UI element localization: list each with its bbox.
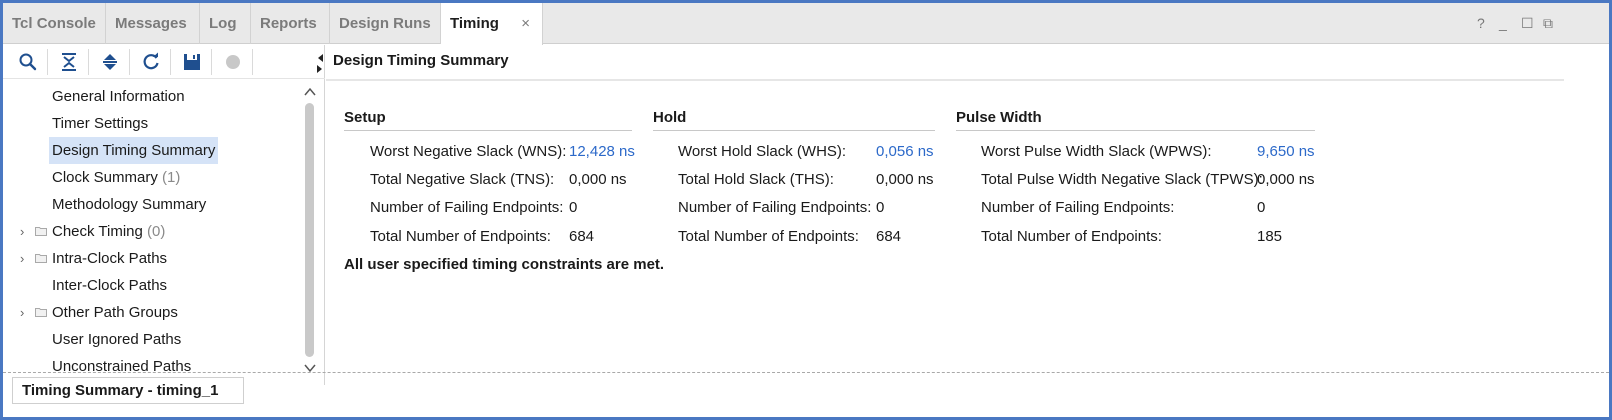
- toolbar-separator: [88, 49, 89, 75]
- restore-icon[interactable]: ⧉: [1543, 3, 1553, 44]
- toolbar-separator: [129, 49, 130, 75]
- row-key: Number of Failing Endpoints:: [678, 199, 872, 216]
- tab-messages[interactable]: Messages: [106, 3, 200, 44]
- stop-icon[interactable]: [222, 51, 244, 73]
- row-value: 0: [876, 199, 885, 216]
- toolbar-separator: [211, 49, 212, 75]
- tree-item-label: General Information: [52, 88, 185, 105]
- tab-design-runs[interactable]: Design Runs: [330, 3, 441, 44]
- tree-item-check-timing[interactable]: › Check Timing (0): [3, 218, 303, 245]
- refresh-icon[interactable]: [140, 51, 162, 73]
- row-value: 0: [1257, 199, 1266, 216]
- row-value: 185: [1257, 228, 1283, 245]
- row-key: Total Hold Slack (THS):: [678, 171, 834, 188]
- hold-section: Hold Worst Hold Slack (WHS): 0,056 ns To…: [653, 107, 938, 245]
- constraints-met-message: All user specified timing constraints ar…: [344, 256, 665, 273]
- row-key: Worst Hold Slack (WHS):: [678, 143, 847, 160]
- tab-label: Log: [209, 15, 237, 32]
- tree-item-label: Other Path Groups: [52, 304, 178, 321]
- tab-timing[interactable]: Timing ×: [441, 3, 543, 45]
- folder-icon: [35, 308, 47, 317]
- row-key: Total Negative Slack (TNS):: [370, 171, 555, 188]
- chevron-right-icon[interactable]: ›: [20, 299, 30, 326]
- setup-heading: Setup: [344, 109, 386, 126]
- tab-tcl-console[interactable]: Tcl Console: [3, 3, 106, 44]
- tree-item-intra-clock-paths[interactable]: › Intra-Clock Paths: [3, 245, 303, 272]
- row-key: Total Number of Endpoints:: [981, 228, 1162, 245]
- tab-label: Tcl Console: [12, 15, 96, 32]
- whs-value-link[interactable]: 0,056 ns: [876, 141, 934, 163]
- tree-item-label: Check Timing (0): [52, 223, 166, 240]
- report-content: Design Timing Summary Setup Worst Negati…: [326, 45, 1609, 371]
- tab-timing-summary[interactable]: Timing Summary - timing_1: [12, 377, 244, 404]
- chevron-up-icon[interactable]: [304, 87, 316, 97]
- timing-window: Tcl Console Messages Log Reports Design …: [0, 0, 1612, 420]
- tab-label: Design Runs: [339, 15, 431, 32]
- row-value: 0,000 ns: [1257, 171, 1315, 188]
- tab-log[interactable]: Log: [200, 3, 251, 44]
- tab-label: Timing: [450, 15, 499, 32]
- pulse-width-heading: Pulse Width: [956, 109, 1042, 126]
- row-value: 0: [569, 199, 578, 216]
- tree-item-label: Intra-Clock Paths: [52, 250, 168, 267]
- tree-item-count: (1): [162, 169, 181, 186]
- toolbar-separator: [252, 49, 253, 75]
- row-value: 684: [569, 228, 595, 245]
- row-value: 684: [876, 228, 902, 245]
- report-tree: General Information Timer Settings Desig…: [3, 83, 303, 375]
- row-key: Number of Failing Endpoints:: [981, 199, 1175, 216]
- divider: [326, 79, 1564, 81]
- tree-item-count: (0): [147, 223, 166, 240]
- toolbar: [3, 45, 325, 79]
- row-value: 0,000 ns: [569, 171, 627, 188]
- row-key: Total Pulse Width Negative Slack (TPWS):: [981, 171, 1263, 188]
- tree-scrollbar[interactable]: [302, 85, 318, 377]
- toolbar-separator: [47, 49, 48, 75]
- tab-label: Reports: [260, 15, 317, 32]
- collapse-all-icon[interactable]: [58, 51, 80, 73]
- tab-reports[interactable]: Reports: [251, 3, 330, 44]
- maximize-icon[interactable]: ☐: [1521, 3, 1534, 44]
- tab-bar: Tcl Console Messages Log Reports Design …: [3, 3, 1609, 45]
- help-icon[interactable]: ?: [1477, 3, 1485, 44]
- scrollbar-thumb[interactable]: [305, 103, 314, 357]
- tree-item-label: User Ignored Paths: [52, 331, 182, 348]
- row-key: Worst Negative Slack (WNS):: [370, 143, 567, 160]
- page-title: Design Timing Summary: [333, 52, 509, 69]
- wns-value-link[interactable]: 12,428 ns: [569, 141, 635, 163]
- tree-item-label: Timer Settings: [52, 115, 149, 132]
- tab-label: Messages: [115, 15, 187, 32]
- panel-collapse-icon[interactable]: [316, 51, 324, 75]
- row-value: 0,000 ns: [876, 171, 934, 188]
- hold-heading: Hold: [653, 109, 687, 126]
- section-underline: [956, 130, 1315, 131]
- chevron-right-icon[interactable]: ›: [20, 218, 30, 245]
- close-icon[interactable]: ×: [521, 3, 530, 44]
- report-navigation-panel: General Information Timer Settings Desig…: [3, 45, 325, 385]
- pulse-width-section: Pulse Width Worst Pulse Width Slack (WPW…: [956, 107, 1318, 245]
- folder-icon: [35, 227, 47, 236]
- search-icon[interactable]: [17, 51, 39, 73]
- toolbar-separator: [170, 49, 171, 75]
- tree-item-label: Inter-Clock Paths: [52, 277, 168, 294]
- expand-all-icon[interactable]: [99, 51, 121, 73]
- section-underline: [344, 130, 632, 131]
- row-key: Total Number of Endpoints:: [370, 228, 551, 245]
- tree-item-label: Design Timing Summary: [49, 137, 219, 164]
- setup-section: Setup Worst Negative Slack (WNS): 12,428…: [344, 107, 635, 245]
- section-underline: [653, 130, 935, 131]
- save-icon[interactable]: [181, 51, 203, 73]
- minimize-icon[interactable]: _: [1499, 3, 1507, 44]
- tree-item-label: Methodology Summary: [52, 196, 207, 213]
- tree-item-label: Clock Summary (1): [52, 169, 181, 186]
- tree-item-other-path-groups[interactable]: › Other Path Groups: [3, 299, 303, 326]
- row-key: Total Number of Endpoints:: [678, 228, 859, 245]
- wpws-value-link[interactable]: 9,650 ns: [1257, 141, 1315, 163]
- chevron-right-icon[interactable]: ›: [20, 245, 30, 272]
- panel-splitter[interactable]: [3, 372, 1609, 373]
- row-key: Number of Failing Endpoints:: [370, 199, 564, 216]
- folder-icon: [35, 254, 47, 263]
- row-key: Worst Pulse Width Slack (WPWS):: [981, 143, 1212, 160]
